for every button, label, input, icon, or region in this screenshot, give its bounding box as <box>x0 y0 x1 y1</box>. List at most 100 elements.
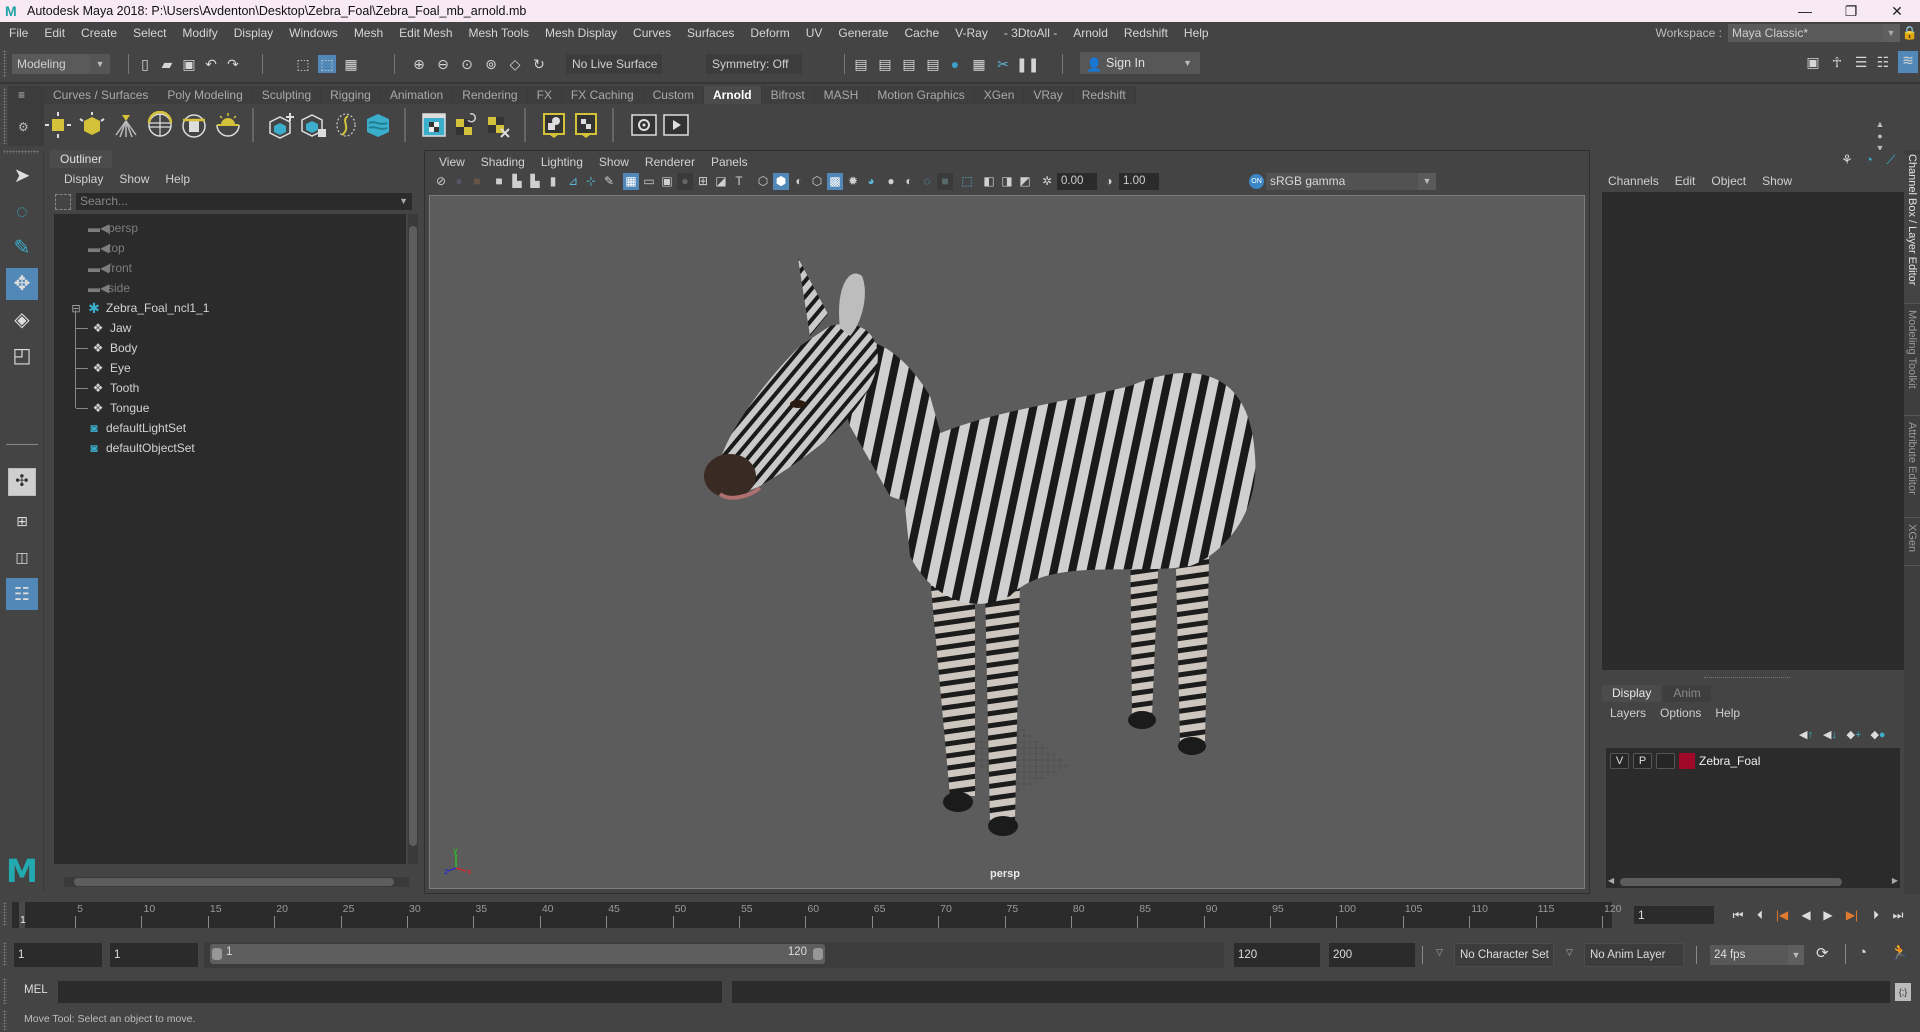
range-end-handle[interactable] <box>813 948 823 960</box>
tab-display[interactable]: Display <box>1602 685 1662 702</box>
use-all-lights-icon[interactable]: ✹ <box>845 173 861 190</box>
select-object-icon[interactable]: ⬚ <box>318 55 336 73</box>
menu-display[interactable]: Display <box>226 22 281 44</box>
menu-help[interactable]: Help <box>1176 22 1217 44</box>
layer-help-menu[interactable]: Help <box>1709 704 1748 722</box>
tree-item-eye[interactable]: ❖ Eye <box>54 358 406 378</box>
viewport-menu-show[interactable]: Show <box>591 153 637 171</box>
anim-layer-dropdown[interactable]: No Anim Layer <box>1584 943 1684 967</box>
drag-handle[interactable] <box>3 150 39 154</box>
zebra-foal-model[interactable] <box>430 196 1585 889</box>
viewport-menu-lighting[interactable]: Lighting <box>533 153 591 171</box>
layer-visibility-toggle[interactable]: V <box>1610 753 1629 769</box>
menu-3dtoall[interactable]: - 3DtoAll - <box>996 22 1065 44</box>
shelf-tab-poly-modeling[interactable]: Poly Modeling <box>158 86 253 104</box>
shelf-tab-custom[interactable]: Custom <box>643 86 704 104</box>
drag-handle[interactable] <box>3 978 7 1004</box>
layer-list-horizontal-scrollbar[interactable]: ◀ ▶ <box>1606 876 1900 888</box>
flush-textures-icon[interactable] <box>484 111 512 139</box>
lasso-tool-icon[interactable]: ◌ <box>6 196 38 228</box>
timeline-track[interactable]: 1 5 10 15 20 25 30 35 40 45 50 55 60 65 70 75 80 85 90 95 1… <box>12 902 1622 928</box>
layer-playback-toggle[interactable]: P <box>1633 753 1652 769</box>
menu-mesh[interactable]: Mesh <box>346 22 391 44</box>
scrollbar-thumb[interactable] <box>74 878 394 886</box>
film-gate-icon[interactable]: ▙ <box>527 173 543 190</box>
layer-display-type-toggle[interactable] <box>1656 753 1675 769</box>
playback-start-field[interactable]: 1 <box>110 943 198 967</box>
ipr-render-icon[interactable]: ▤ <box>900 55 918 73</box>
menu-create[interactable]: Create <box>73 22 125 44</box>
render-history-icon[interactable]: ▤ <box>852 55 870 73</box>
2d-pan-zoom-icon[interactable]: ⊹ <box>583 173 599 190</box>
script-editor-icon[interactable]: {;} <box>1895 983 1911 1001</box>
snap-point-icon[interactable]: ⊙ <box>458 55 476 73</box>
menu-generate[interactable]: Generate <box>830 22 896 44</box>
scroll-right-icon[interactable]: ▶ <box>1892 876 1898 885</box>
menu-deform[interactable]: Deform <box>742 22 797 44</box>
playback-end-field[interactable]: 120 <box>1234 943 1320 967</box>
redo-icon[interactable]: ↷ <box>224 55 242 73</box>
modeling-toolkit-icon[interactable]: ▣ <box>1804 53 1822 71</box>
menu-edit[interactable]: Edit <box>36 22 73 44</box>
texture-view-icon[interactable] <box>572 111 600 139</box>
color-management-toggle-icon[interactable]: ON <box>1249 174 1264 189</box>
color-space-dropdown[interactable]: sRGB gamma ▼ <box>1266 173 1436 190</box>
pencil-icon[interactable]: ✎ <box>601 173 617 190</box>
xray-active-icon[interactable]: ◨ <box>999 173 1015 190</box>
side-tab-xgen[interactable]: XGen <box>1904 524 1920 566</box>
channel-box-icon[interactable]: ≋ <box>1898 51 1918 73</box>
paint-select-tool-icon[interactable]: ✎ <box>6 232 38 264</box>
select-tool-icon[interactable]: ➤ <box>6 160 38 192</box>
shelf-tab-fx-caching[interactable]: FX Caching <box>561 86 644 104</box>
symmetry-dropdown[interactable]: Symmetry: Off <box>706 54 802 74</box>
safe-title-icon[interactable]: T <box>731 173 747 190</box>
tree-item-persp[interactable]: ▬◀ persp <box>54 218 406 238</box>
anti-aliasing-icon[interactable]: ◌ <box>919 173 935 190</box>
render-icon[interactable] <box>662 111 690 139</box>
menu-modify[interactable]: Modify <box>174 22 225 44</box>
gamma-field[interactable]: 1.00 <box>1119 173 1159 190</box>
material-view-icon[interactable] <box>540 111 568 139</box>
filter-icon[interactable] <box>55 194 71 210</box>
mesh-light-icon[interactable] <box>78 111 106 139</box>
shelf-menu-icon[interactable]: ≡ <box>18 88 25 102</box>
xray-joints-icon[interactable]: ◩ <box>1017 173 1033 190</box>
isolate-select-icon[interactable]: ⬚ <box>959 173 975 190</box>
depth-of-field-icon[interactable]: ■ <box>937 173 953 190</box>
xray-icon[interactable]: ◧ <box>981 173 997 190</box>
tree-item-tooth[interactable]: ❖ Tooth <box>54 378 406 398</box>
resolution-gate-icon[interactable]: ▣ <box>659 173 675 190</box>
film-gate-toggle-icon[interactable]: ▭ <box>641 173 657 190</box>
scrollbar-thumb[interactable] <box>1620 878 1842 886</box>
fps-dropdown[interactable]: 24 fps ▼ <box>1710 945 1804 965</box>
shelf-tab-redshift[interactable]: Redshift <box>1072 86 1136 104</box>
side-tab-channel-box[interactable]: Channel Box / Layer Editor <box>1904 154 1920 304</box>
undo-icon[interactable]: ↶ <box>202 55 220 73</box>
step-forward-key-button[interactable]: ⏵ <box>1866 906 1886 924</box>
light-portal-icon[interactable] <box>180 111 208 139</box>
auto-key-icon[interactable]: ◔ <box>1858 944 1867 961</box>
tree-item-default-object-set[interactable]: ◙ defaultObjectSet <box>54 438 406 458</box>
outliner-search-input[interactable]: Search... ▼ <box>76 193 412 210</box>
grease-pencil-icon[interactable]: ⊿ <box>565 173 581 190</box>
render-setup-icon[interactable]: ✂ <box>994 55 1012 73</box>
menu-arnold[interactable]: Arnold <box>1065 22 1116 44</box>
go-to-end-button[interactable]: ⏭ <box>1888 906 1908 924</box>
outliner-layout-icon[interactable]: ☷ <box>6 578 38 610</box>
shelf-tab-motion-graphics[interactable]: Motion Graphics <box>868 86 975 104</box>
tree-item-jaw[interactable]: ❖ Jaw <box>54 318 406 338</box>
tool-settings-icon[interactable]: ☷ <box>1874 53 1892 71</box>
move-layer-down-icon[interactable]: ◀↓ <box>1818 728 1842 741</box>
tab-anim[interactable]: Anim <box>1663 685 1711 702</box>
shelf-tab-arnold[interactable]: Arnold <box>703 86 762 104</box>
skydome-light-icon[interactable] <box>146 111 174 139</box>
options-menu[interactable]: Options <box>1654 704 1709 722</box>
manipulator-icon[interactable]: ⚘ <box>1836 152 1858 168</box>
select-component-icon[interactable]: ▦ <box>342 55 360 73</box>
menu-windows[interactable]: Windows <box>281 22 346 44</box>
new-empty-layer-icon[interactable]: ◆+ <box>1842 728 1866 741</box>
wireframe-on-shaded-icon[interactable]: ⬡ <box>809 173 825 190</box>
menu-mesh-display[interactable]: Mesh Display <box>537 22 625 44</box>
use-default-material-icon[interactable]: ◐ <box>791 173 807 190</box>
create-standin-icon[interactable] <box>268 111 296 139</box>
